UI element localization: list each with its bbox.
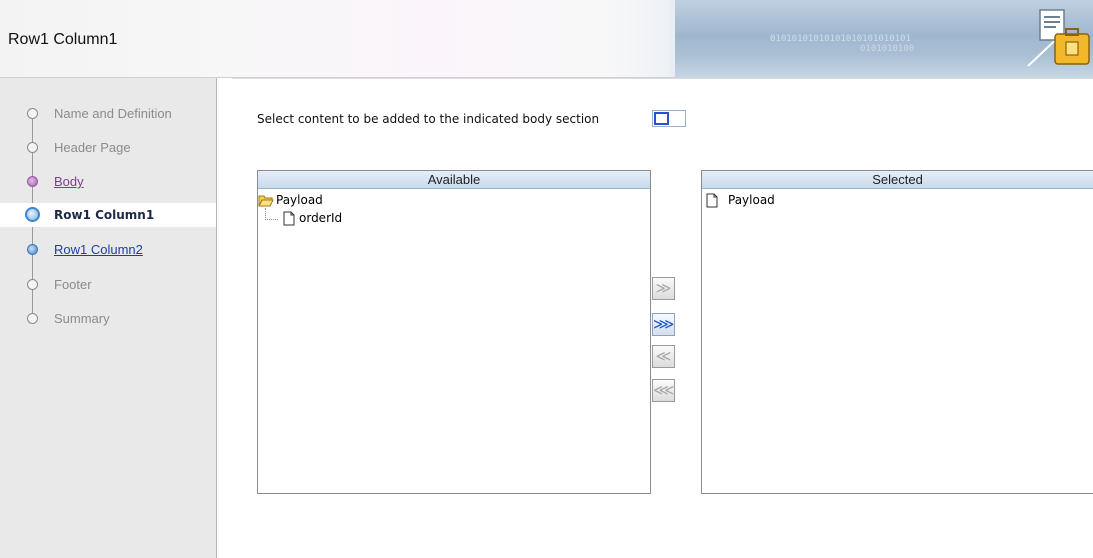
tree-node-label: orderId: [299, 211, 343, 225]
train-step-header-page: Header Page: [0, 136, 216, 160]
step-indicator-icon: [27, 279, 38, 290]
train-step-row1-column1: Row1 Column1: [0, 203, 216, 227]
section-indicator-toggle[interactable]: [652, 110, 686, 127]
available-header: Available: [258, 171, 650, 189]
step-current-icon: [25, 207, 40, 222]
step-indicator-icon: [27, 142, 38, 153]
folder-open-icon: [258, 195, 274, 207]
step-visited-icon: [27, 176, 38, 187]
step-indicator-icon: [27, 108, 38, 119]
train-step-body[interactable]: Body: [0, 170, 216, 194]
wizard-train-sidebar: Name and Definition Header Page Body Row…: [0, 78, 217, 558]
header-binary-text: 01010101010101010101010101: [770, 34, 911, 44]
main-content: Select content to be added to the indica…: [232, 78, 1093, 558]
tree-connector: [265, 208, 278, 220]
train-step-label: Header Page: [54, 140, 131, 155]
briefcase-document-icon: [1027, 9, 1090, 67]
train-step-label: Name and Definition: [54, 106, 172, 121]
train-step-label: Footer: [54, 277, 92, 292]
instruction-text: Select content to be added to the indica…: [257, 112, 600, 126]
train-step-link[interactable]: Body: [54, 174, 84, 189]
selected-list: Selected Payload: [701, 170, 1093, 494]
page-title: Row1 Column1: [8, 31, 118, 48]
selected-item-label: Payload: [728, 193, 775, 207]
available-list: Available Payload orderId: [257, 170, 651, 494]
remove-all-button[interactable]: ⋘: [652, 379, 675, 402]
selected-header: Selected: [702, 171, 1093, 189]
document-icon: [283, 211, 295, 226]
train-step-current-label: Row1 Column1: [54, 208, 155, 222]
document-icon: [706, 193, 718, 208]
train-step-footer: Footer: [0, 273, 216, 297]
section-indicator-selected: [654, 112, 669, 125]
page-header: 01010101010101010101010101 0101010100 Ro…: [0, 0, 1093, 78]
header-binary-text-2: 0101010100: [860, 44, 915, 54]
train-step-summary: Summary: [0, 307, 216, 331]
move-button[interactable]: ≫: [652, 277, 675, 300]
train-step-label: Summary: [54, 311, 110, 326]
train-step-row1-column2[interactable]: Row1 Column2: [0, 238, 216, 262]
step-indicator-icon: [27, 313, 38, 324]
move-all-button[interactable]: ⋙: [652, 313, 675, 336]
remove-button[interactable]: ≪: [652, 345, 675, 368]
step-next-icon: [27, 244, 38, 255]
train-step-link[interactable]: Row1 Column2: [54, 242, 143, 257]
train-step-name-and-definition: Name and Definition: [0, 102, 216, 126]
tree-node-label: Payload: [276, 193, 323, 207]
